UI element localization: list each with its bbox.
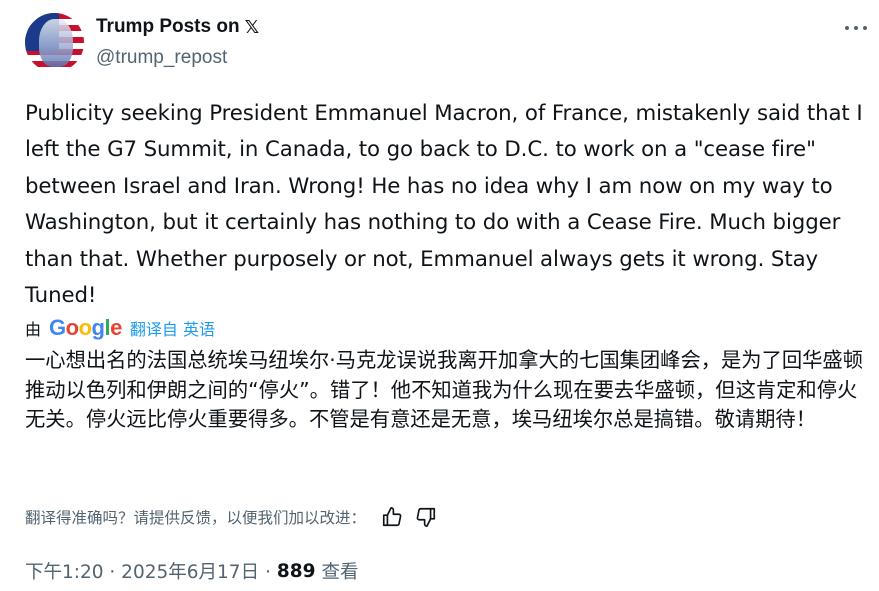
thumbs-up-icon[interactable] xyxy=(380,505,404,529)
avatar-portrait xyxy=(39,19,73,67)
more-horizontal-icon-dot xyxy=(863,26,867,30)
thumbs-down-icon[interactable] xyxy=(414,505,438,529)
x-logo-icon: 𝕏 xyxy=(244,16,260,38)
post-meta: 下午1:20 · 2025年6月17日 · 889 查看 xyxy=(25,558,358,584)
translation-feedback-row: 翻译得准确吗？请提供反馈，以便我们加以改进： xyxy=(25,503,438,531)
post-text: Publicity seeking President Emmanuel Mac… xyxy=(25,101,863,309)
google-logo: Google xyxy=(49,315,122,340)
more-horizontal-icon-dot xyxy=(845,26,849,30)
author-name-row[interactable]: Trump Posts on 𝕏 xyxy=(96,16,259,38)
translation-attribution: 由 Google 翻译自 英语 xyxy=(25,314,215,342)
by-label: 由 xyxy=(25,320,42,339)
author-name[interactable]: Trump Posts on xyxy=(96,16,240,38)
more-options-button[interactable] xyxy=(845,18,867,38)
avatar[interactable] xyxy=(25,13,84,72)
translated-from-link[interactable]: 翻译自 英语 xyxy=(130,316,215,340)
more-horizontal-icon-dot xyxy=(854,26,858,30)
post-timestamp[interactable]: 下午1:20 · 2025年6月17日 · xyxy=(25,558,271,584)
view-count: 889 xyxy=(276,560,316,582)
view-label: 查看 xyxy=(321,562,359,583)
author-handle[interactable]: @trump_repost xyxy=(96,47,227,69)
translated-text: 一心想出名的法国总统埃马纽埃尔·马克龙误说我离开加拿大的七国集团峰会，是为了回华… xyxy=(25,348,863,431)
feedback-prompt: 翻译得准确吗？请提供反馈，以便我们加以改进： xyxy=(25,509,367,527)
